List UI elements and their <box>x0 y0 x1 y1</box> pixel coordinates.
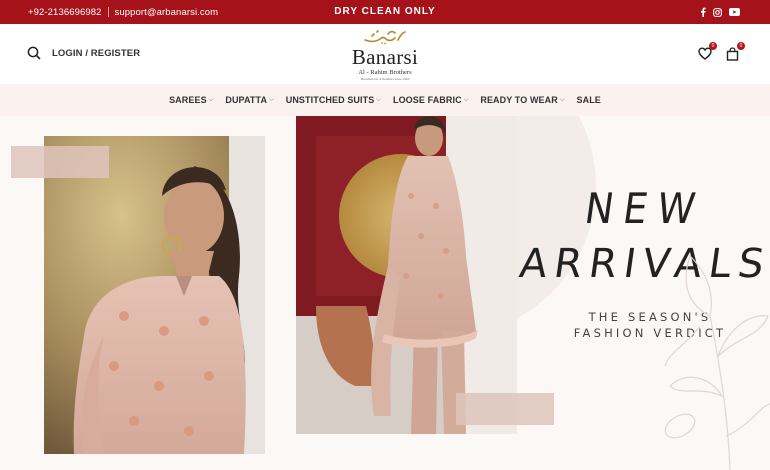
chevron-down-icon: ⌵ <box>559 96 565 103</box>
nav-item-loose-fabric[interactable]: LOOSE FABRIC ⌵ <box>393 95 468 105</box>
chevron-down-icon: ⌵ <box>208 96 214 103</box>
nav-item-label: SAREES <box>169 95 207 105</box>
nav-item-label: UNSTITCHED SUITS <box>285 95 375 105</box>
cart-button[interactable]: 0 <box>726 42 745 61</box>
top-bar: +92-2136696982 support@arbanarsi.com DRY… <box>0 0 770 24</box>
wishlist-count-badge: 0 <box>709 42 717 50</box>
decorative-swatch <box>11 146 109 178</box>
botanical-illustration-icon <box>664 254 770 470</box>
nav-item-label: LOOSE FABRIC <box>392 95 462 105</box>
nav-item-ready-to-wear[interactable]: READY TO WEAR ⌵ <box>480 95 564 105</box>
logo-calligraphy-icon <box>364 30 406 45</box>
youtube-icon[interactable] <box>729 8 740 16</box>
login-register-link[interactable]: LOGIN / REGISTER <box>52 48 140 59</box>
headline-line-1: NEW <box>581 184 709 233</box>
hero-banner[interactable]: NEW ARRIVALS THE SEASON'S FASHION VERDIC… <box>0 116 770 470</box>
brand-logo[interactable]: Banarsi Al - Rahim Brothers Manufacturer… <box>340 28 430 82</box>
model-photo-center <box>296 116 517 434</box>
nav-item-unstitched-suits[interactable]: UNSTITCHED SUITS ⌵ <box>286 95 381 105</box>
search-icon[interactable] <box>27 46 43 62</box>
shopping-bag-icon <box>726 47 739 61</box>
logo-subtitle: Al - Rahim Brothers <box>358 69 412 76</box>
nav-item-dupatta[interactable]: DUPATTA ⌵ <box>225 95 273 105</box>
decorative-swatch <box>456 393 554 425</box>
model-photo-left <box>44 136 265 454</box>
main-navigation: SAREES ⌵ DUPATTA ⌵ UNSTITCHED SUITS ⌵ LOOSE… <box>0 84 770 116</box>
chevron-down-icon: ⌵ <box>269 96 274 103</box>
header-icons: 0 0 <box>698 42 745 64</box>
instagram-icon[interactable] <box>713 7 722 17</box>
nav-item-sarees[interactable]: SAREES ⌵ <box>169 95 213 105</box>
logo-tagline: Manufacturer & Retailers since 1966 <box>360 77 410 81</box>
wishlist-button[interactable]: 0 <box>698 42 717 61</box>
logo-name: Banarsi <box>351 45 419 69</box>
promo-text: DRY CLEAN ONLY <box>334 6 436 17</box>
facebook-icon[interactable] <box>700 7 706 17</box>
nav-item-label: DUPATTA <box>225 95 268 105</box>
nav-item-label: SALE <box>576 95 601 105</box>
cart-count-badge: 0 <box>737 42 745 50</box>
chevron-down-icon: ⌵ <box>463 96 469 103</box>
chevron-down-icon: ⌵ <box>376 96 381 103</box>
nav-item-sale[interactable]: SALE <box>577 95 601 105</box>
site-header: LOGIN / REGISTER Banarsi Al - Rahim Brot… <box>0 24 770 84</box>
nav-item-label: READY TO WEAR <box>480 95 558 105</box>
social-links <box>700 0 740 24</box>
